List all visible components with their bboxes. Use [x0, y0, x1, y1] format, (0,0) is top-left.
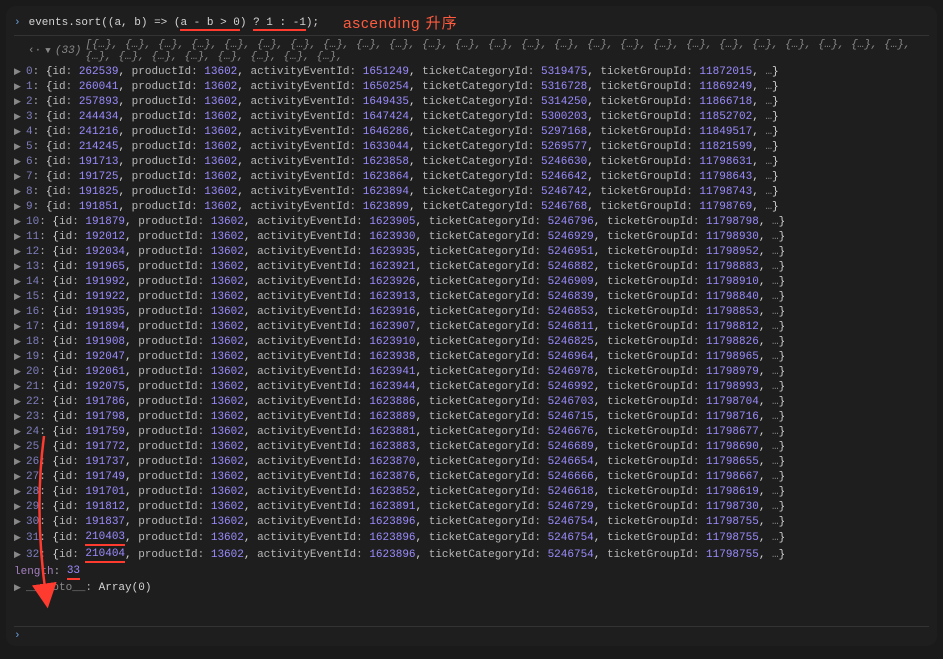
array-item-row[interactable]: ▶7: {id: 191725, productId: 13602, activ…: [14, 169, 929, 184]
length-value: 33: [67, 564, 80, 580]
console-output: ‹· ▼ (33) [{…}, {…}, {…}, {…}, {…}, {…},…: [14, 36, 929, 595]
chevron-right-icon[interactable]: ▶: [14, 440, 24, 454]
output-prefix-icon: ‹·: [28, 45, 41, 57]
chevron-right-icon[interactable]: ▶: [14, 125, 24, 139]
array-item-row[interactable]: ▶0: {id: 262539, productId: 13602, activ…: [14, 64, 929, 79]
array-item-row[interactable]: ▶20: {id: 192061, productId: 13602, acti…: [14, 364, 929, 379]
array-item-row[interactable]: ▶11: {id: 192012, productId: 13602, acti…: [14, 229, 929, 244]
array-item-row[interactable]: ▶1: {id: 260041, productId: 13602, activ…: [14, 79, 929, 94]
array-item-row[interactable]: ▶27: {id: 191749, productId: 13602, acti…: [14, 469, 929, 484]
chevron-right-icon[interactable]: ▶: [14, 455, 24, 469]
chevron-right-icon[interactable]: ▶: [14, 260, 24, 274]
console-input-line[interactable]: › events.sort((a, b) => (a - b > 0) ? 1 …: [14, 10, 929, 36]
array-item-row[interactable]: ▶18: {id: 191908, productId: 13602, acti…: [14, 334, 929, 349]
chevron-right-icon[interactable]: ▶: [14, 110, 24, 124]
chevron-right-icon[interactable]: ▶: [14, 365, 24, 379]
array-item-row[interactable]: ▶14: {id: 191992, productId: 13602, acti…: [14, 274, 929, 289]
array-item-row[interactable]: ▶24: {id: 191759, productId: 13602, acti…: [14, 424, 929, 439]
chevron-right-icon[interactable]: ▶: [14, 155, 24, 169]
chevron-right-icon[interactable]: ▶: [14, 245, 24, 259]
chevron-right-icon[interactable]: ▶: [14, 320, 24, 334]
chevron-right-icon[interactable]: ▶: [14, 170, 24, 184]
array-item-row[interactable]: ▶32: {id: 210404, productId: 13602, acti…: [14, 546, 929, 563]
chevron-right-icon[interactable]: ▶: [14, 350, 24, 364]
chevron-right-icon[interactable]: ▶: [14, 470, 24, 484]
array-item-row[interactable]: ▶21: {id: 192075, productId: 13602, acti…: [14, 379, 929, 394]
chevron-right-icon[interactable]: ▶: [14, 581, 24, 595]
chevron-right-icon[interactable]: ▶: [14, 65, 24, 79]
array-item-row[interactable]: ▶16: {id: 191935, productId: 13602, acti…: [14, 304, 929, 319]
devtools-console: › events.sort((a, b) => (a - b > 0) ? 1 …: [6, 6, 937, 646]
annotation-ascending: ascending 升序: [343, 12, 458, 33]
chevron-right-icon[interactable]: ▶: [14, 515, 24, 529]
chevron-right-icon[interactable]: ▶: [14, 548, 24, 562]
chevron-right-icon[interactable]: ▶: [14, 500, 24, 514]
chevron-right-icon[interactable]: ▶: [14, 95, 24, 109]
chevron-right-icon[interactable]: ▶: [14, 140, 24, 154]
chevron-down-icon[interactable]: ▼: [45, 46, 53, 56]
array-item-row[interactable]: ▶30: {id: 191837, productId: 13602, acti…: [14, 514, 929, 529]
highlighted-expression: a - b > 0: [180, 17, 239, 31]
array-item-row[interactable]: ▶10: {id: 191879, productId: 13602, acti…: [14, 214, 929, 229]
array-length-preview: (33): [55, 45, 81, 57]
chevron-right-icon[interactable]: ▶: [14, 80, 24, 94]
array-preview-stubs: [{…}, {…}, {…}, {…}, {…}, {…}, {…}, {…},…: [85, 39, 929, 63]
array-item-row[interactable]: ▶29: {id: 191812, productId: 13602, acti…: [14, 499, 929, 514]
chevron-right-icon[interactable]: ▶: [14, 335, 24, 349]
array-items-container: ▶0: {id: 262539, productId: 13602, activ…: [14, 64, 929, 563]
chevron-right-icon[interactable]: ▶: [14, 410, 24, 424]
chevron-right-icon[interactable]: ▶: [14, 395, 24, 409]
chevron-right-icon[interactable]: ▶: [14, 485, 24, 499]
chevron-right-icon[interactable]: ▶: [14, 380, 24, 394]
array-item-row[interactable]: ▶26: {id: 191737, productId: 13602, acti…: [14, 454, 929, 469]
proto-row[interactable]: ▶ __proto__: Array(0): [14, 580, 929, 595]
array-item-row[interactable]: ▶17: {id: 191894, productId: 13602, acti…: [14, 319, 929, 334]
length-row[interactable]: length: 33: [14, 563, 929, 580]
array-item-row[interactable]: ▶22: {id: 191786, productId: 13602, acti…: [14, 394, 929, 409]
array-item-row[interactable]: ▶13: {id: 191965, productId: 13602, acti…: [14, 259, 929, 274]
array-item-row[interactable]: ▶12: {id: 192034, productId: 13602, acti…: [14, 244, 929, 259]
array-item-row[interactable]: ▶23: {id: 191798, productId: 13602, acti…: [14, 409, 929, 424]
highlighted-ternary: ? 1 : -1: [253, 17, 306, 31]
chevron-right-icon[interactable]: ▶: [14, 230, 24, 244]
array-summary-row[interactable]: ‹· ▼ (33) [{…}, {…}, {…}, {…}, {…}, {…},…: [14, 38, 929, 64]
array-item-row[interactable]: ▶28: {id: 191701, productId: 13602, acti…: [14, 484, 929, 499]
chevron-right-icon[interactable]: ▶: [14, 290, 24, 304]
array-item-row[interactable]: ▶9: {id: 191851, productId: 13602, activ…: [14, 199, 929, 214]
array-item-row[interactable]: ▶25: {id: 191772, productId: 13602, acti…: [14, 439, 929, 454]
chevron-right-icon[interactable]: ▶: [14, 200, 24, 214]
array-item-row[interactable]: ▶3: {id: 244434, productId: 13602, activ…: [14, 109, 929, 124]
array-item-row[interactable]: ▶19: {id: 192047, productId: 13602, acti…: [14, 349, 929, 364]
chevron-right-icon[interactable]: ▶: [14, 275, 24, 289]
array-item-row[interactable]: ▶8: {id: 191825, productId: 13602, activ…: [14, 184, 929, 199]
array-item-row[interactable]: ▶15: {id: 191922, productId: 13602, acti…: [14, 289, 929, 304]
array-item-row[interactable]: ▶31: {id: 210403, productId: 13602, acti…: [14, 529, 929, 546]
array-item-row[interactable]: ▶5: {id: 214245, productId: 13602, activ…: [14, 139, 929, 154]
console-next-prompt[interactable]: ›: [14, 626, 929, 642]
chevron-right-icon[interactable]: ▶: [14, 305, 24, 319]
chevron-right-icon[interactable]: ▶: [14, 185, 24, 199]
chevron-right-icon[interactable]: ▶: [14, 215, 24, 229]
array-item-row[interactable]: ▶6: {id: 191713, productId: 13602, activ…: [14, 154, 929, 169]
input-prompt-icon: ›: [14, 17, 21, 29]
array-item-row[interactable]: ▶2: {id: 257893, productId: 13602, activ…: [14, 94, 929, 109]
array-item-row[interactable]: ▶4: {id: 241216, productId: 13602, activ…: [14, 124, 929, 139]
code-input: events.sort((a, b) => (a - b > 0) ? 1 : …: [29, 17, 320, 29]
chevron-right-icon[interactable]: ▶: [14, 425, 24, 439]
chevron-right-icon[interactable]: ▶: [14, 531, 24, 545]
